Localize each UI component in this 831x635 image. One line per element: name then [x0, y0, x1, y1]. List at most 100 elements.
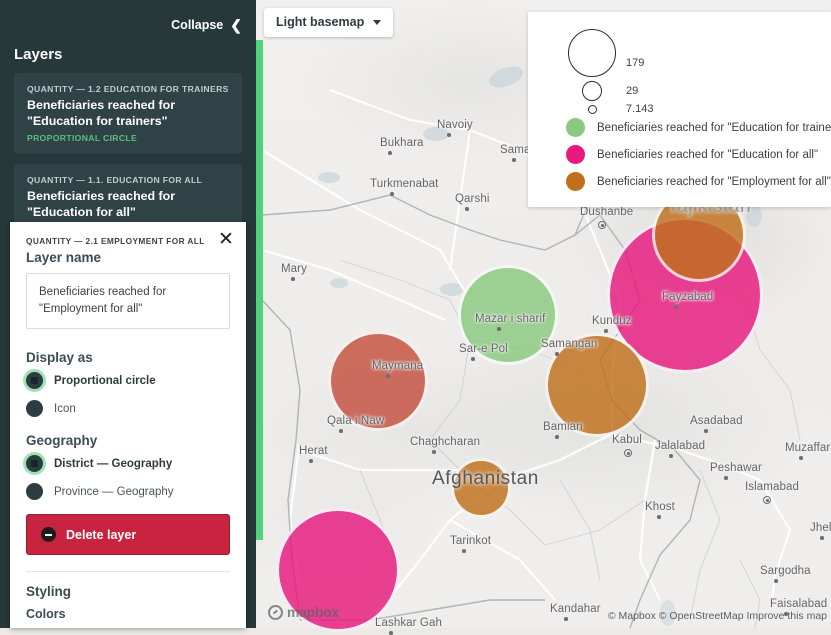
radio-label: District — Geography: [54, 457, 173, 470]
layer-card-kicker: QUANTITY — 1.2 EDUCATION FOR TRAINERS: [27, 84, 229, 94]
radio-display-proportional-circle[interactable]: Proportional circle: [26, 372, 230, 389]
layer-card-type: PROPORTIONAL CIRCLE: [27, 132, 138, 143]
city-label: Kunduz: [592, 315, 632, 327]
city-label: Herat: [299, 445, 328, 457]
city-marker-icon: [564, 617, 568, 621]
basemap-selector-label: Light basemap: [276, 15, 365, 29]
country-label: Afghanistan: [432, 468, 539, 489]
city-label: Faisalabad: [770, 598, 828, 610]
legend-size-label: 179: [626, 57, 645, 69]
city-label: Peshawar: [710, 462, 762, 474]
city-marker-icon: [471, 357, 475, 361]
city-marker-icon: [291, 277, 295, 281]
legend-size-label: 7.143: [626, 103, 654, 115]
city-marker-icon: [512, 158, 516, 162]
layer-card-name: Beneficiaries reached for "Education for…: [27, 188, 176, 220]
city-marker-icon: [462, 549, 466, 553]
legend-size-scale: 179 29 7.143: [542, 26, 819, 118]
legend-category: Beneficiaries reached for "Employment fo…: [566, 172, 831, 191]
layer-name-input[interactable]: [26, 273, 230, 329]
legend-category-label: Beneficiaries reached for "Employment fo…: [597, 175, 831, 188]
city-marker-icon: [774, 579, 778, 583]
layer-card-education-trainers[interactable]: QUANTITY — 1.2 EDUCATION FOR TRAINERS Be…: [14, 73, 242, 154]
city-label: Maymana: [372, 360, 424, 372]
city-label: Jhel: [810, 522, 831, 534]
radio-geography-province[interactable]: Province — Geography: [26, 483, 230, 500]
display-as-heading: Display as: [26, 350, 93, 365]
radio-geography-district[interactable]: District — Geography: [26, 455, 230, 472]
chevron-down-icon: [373, 19, 382, 25]
city-label: Chaghcharan: [410, 436, 481, 448]
editor-kicker: QUANTITY — 2.1 EMPLOYMENT FOR ALL: [26, 236, 205, 246]
city-label: Sar-e Pol: [459, 343, 508, 355]
radio-button-icon: [26, 455, 43, 472]
legend-category: Beneficiaries reached for "Education for…: [566, 145, 819, 164]
capital-marker-icon: [624, 449, 632, 457]
geography-heading: Geography: [26, 433, 98, 448]
city-label: Samangan: [541, 338, 598, 350]
layer-card-kicker: QUANTITY — 1.1. EDUCATION FOR ALL: [27, 174, 203, 185]
city-marker-icon: [339, 429, 343, 433]
mapbox-logo[interactable]: mapbox: [268, 604, 339, 620]
city-marker-icon: [447, 133, 451, 137]
collapse-button-label: Collapse: [171, 18, 224, 32]
capital-marker-icon: [763, 496, 771, 504]
city-label: Bukhara: [380, 137, 424, 149]
city-label: Khost: [645, 501, 675, 513]
legend-color-swatch: [566, 118, 585, 137]
legend-category: Beneficiaries reached for "Education for…: [566, 118, 831, 137]
city-label: Asadabad: [690, 415, 743, 427]
delete-layer-label: Delete layer: [66, 527, 137, 542]
city-marker-icon: [465, 207, 469, 211]
mapbox-logo-text: mapbox: [287, 604, 339, 620]
editor-divider: [26, 571, 230, 572]
mapbox-mark-icon: [268, 604, 283, 620]
city-marker-icon: [555, 352, 559, 356]
collapse-sidebar-button[interactable]: Collapse ❮: [0, 0, 256, 42]
minus-circle-icon: [41, 527, 56, 542]
city-label: Navoiy: [437, 119, 473, 131]
city-marker-icon: [388, 151, 392, 155]
city-marker-icon: [309, 459, 313, 463]
map-attribution[interactable]: © Mapbox © OpenStreetMap Improve this ma…: [608, 610, 827, 622]
city-marker-icon: [704, 429, 708, 433]
legend-color-swatch: [566, 172, 585, 191]
map-legend: 179 29 7.143 Beneficiaries reached for "…: [528, 12, 831, 207]
legend-category-label: Beneficiaries reached for "Education for…: [597, 148, 819, 161]
city-label: Sargodha: [760, 565, 811, 577]
city-marker-icon: [669, 454, 673, 458]
legend-size-circle: [568, 29, 616, 77]
city-marker-icon: [432, 450, 436, 454]
radio-button-icon: [26, 483, 43, 500]
layer-editor-panel: ✕ QUANTITY — 2.1 EMPLOYMENT FOR ALL Laye…: [10, 222, 246, 628]
city-label: Islamabad: [745, 481, 799, 493]
city-label: Kandahar: [550, 603, 601, 615]
city-label: Bamian: [543, 421, 583, 433]
city-label: Qarshi: [455, 193, 490, 205]
city-label: Qala i Naw: [327, 415, 385, 427]
delete-layer-button[interactable]: Delete layer: [26, 514, 230, 555]
city-marker-icon: [386, 374, 390, 378]
close-icon[interactable]: ✕: [216, 230, 236, 250]
legend-category-label: Beneficiaries reached for "Education for…: [597, 121, 831, 134]
legend-size-circle: [582, 81, 602, 101]
radio-label: Proportional circle: [54, 374, 156, 387]
radio-button-icon: [26, 400, 43, 417]
city-label: Muzaffara: [785, 442, 831, 454]
radio-label: Icon: [54, 402, 76, 415]
city-marker-icon: [390, 192, 394, 196]
colors-heading: Colors: [26, 607, 66, 621]
basemap-selector[interactable]: Light basemap: [264, 8, 394, 37]
layers-panel-title: Layers: [14, 46, 63, 63]
city-label: Mazar i sharif: [475, 313, 546, 325]
radio-label: Province — Geography: [54, 485, 174, 498]
city-label: Mary: [281, 263, 307, 275]
layer-card-name: Beneficiaries reached for "Education for…: [27, 98, 176, 129]
radio-display-icon[interactable]: Icon: [26, 400, 230, 417]
sidebar-resize-handle[interactable]: [256, 40, 263, 540]
legend-color-swatch: [566, 145, 585, 164]
city-label: Tarinkot: [450, 535, 492, 547]
legend-size-label: 29: [626, 85, 639, 97]
styling-heading: Styling: [26, 584, 72, 599]
city-label: Dushanbe: [580, 206, 634, 218]
